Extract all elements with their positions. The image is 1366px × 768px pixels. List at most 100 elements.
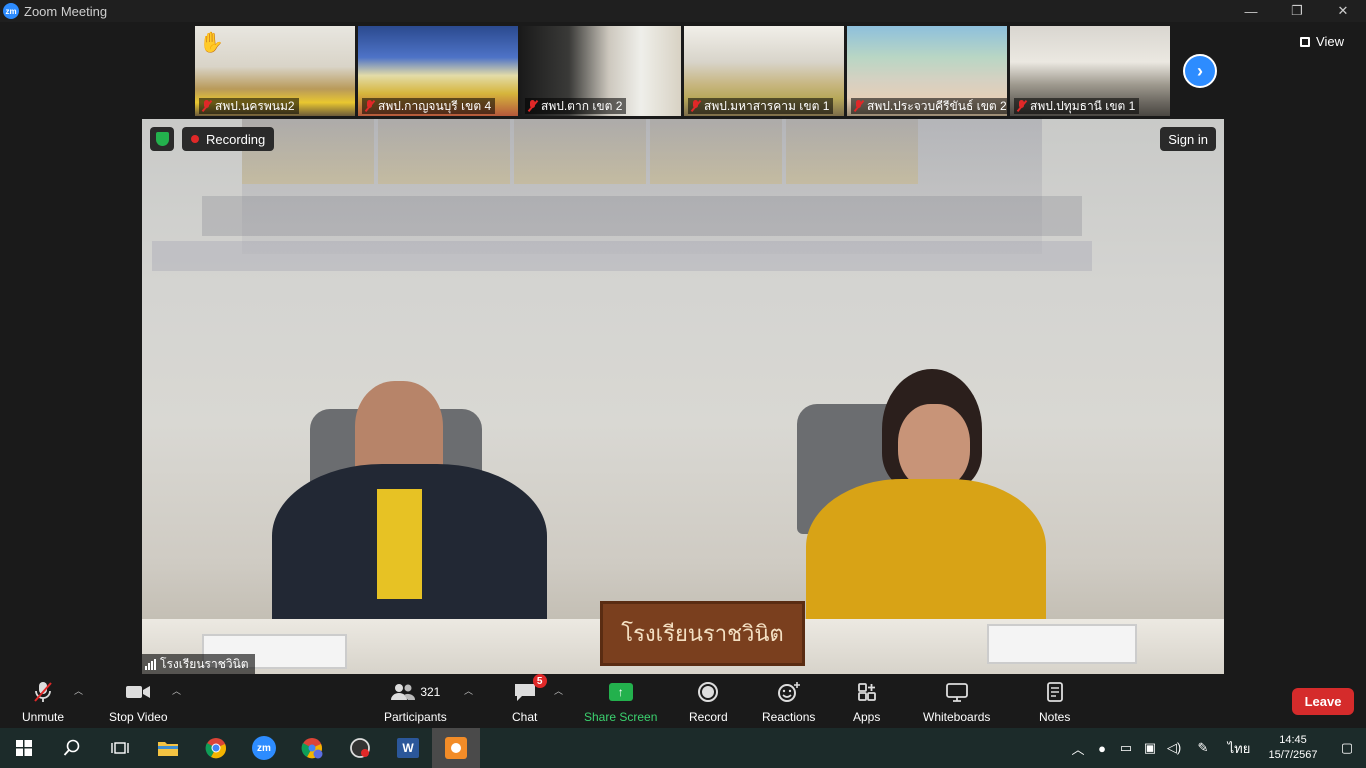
notes-button[interactable]: Notes	[1039, 680, 1070, 724]
meeting-toolbar: Unmute ︿ Stop Video ︿ 321 Participants ︿…	[0, 674, 1366, 728]
reactions-label: Reactions	[762, 710, 816, 724]
shirt	[377, 489, 422, 599]
participants-options-caret-icon[interactable]: ︿	[464, 684, 473, 697]
notes-label: Notes	[1039, 710, 1071, 724]
participant-thumbnail[interactable]: สพป.ตาก เขต 2	[521, 26, 681, 116]
zoom-icon[interactable]: zm	[240, 728, 288, 768]
stop-video-button[interactable]: Stop Video	[109, 680, 168, 724]
recording-label: Recording	[206, 131, 266, 147]
participants-icon: 321	[390, 680, 440, 704]
pen-icon[interactable]: ✎	[1186, 740, 1220, 756]
reactions-button[interactable]: Reactions	[762, 680, 815, 724]
mic-muted-icon	[853, 100, 864, 112]
notification-icon[interactable]: ▢	[1328, 740, 1366, 756]
participant-thumbnail[interactable]: สพป.มหาสารคาม เขต 1	[684, 26, 844, 116]
window-controls: — ❐ ✕	[1228, 0, 1366, 22]
whiteboards-label: Whiteboards	[923, 710, 991, 724]
recording-indicator[interactable]: Recording	[182, 127, 275, 151]
close-button[interactable]: ✕	[1320, 0, 1366, 22]
unmute-label: Unmute	[22, 710, 65, 724]
raised-hand-icon: ✋	[199, 32, 224, 54]
chat-label: Chat	[512, 710, 538, 724]
chat-unread-badge: 5	[532, 674, 547, 688]
task-view-icon[interactable]	[96, 728, 144, 768]
audio-options-caret-icon[interactable]: ︿	[74, 684, 83, 697]
network-icon[interactable]: ▣	[1138, 740, 1162, 756]
recording-dot-icon	[191, 135, 199, 143]
zoom-app-icon: zm	[3, 3, 19, 19]
stop-video-label: Stop Video	[109, 710, 168, 724]
apps-button[interactable]: Apps	[853, 680, 880, 724]
app-icon[interactable]	[336, 728, 384, 768]
volume-icon[interactable]: ◁)	[1162, 740, 1186, 756]
participants-button[interactable]: 321 Participants	[384, 680, 447, 724]
mic-muted-icon	[1016, 100, 1027, 112]
participant-name: สพป.ปทุมธานี เขต 1	[1030, 98, 1136, 113]
unmute-button[interactable]: Unmute	[22, 680, 64, 724]
signal-strength-icon	[145, 658, 156, 670]
notes-icon	[1046, 680, 1064, 704]
word-icon[interactable]: W	[384, 728, 432, 768]
chevron-up-icon[interactable]: ︿	[1066, 739, 1090, 758]
chat-button[interactable]: 5 Chat	[512, 674, 547, 724]
video-options-caret-icon[interactable]: ︿	[172, 684, 181, 697]
clock-time: 14:45	[1279, 734, 1307, 746]
whiteboard-icon	[945, 680, 969, 704]
mic-muted-icon	[364, 100, 375, 112]
participant-thumbnail[interactable]: สพป.กาญจนบุรี เขต 4	[358, 26, 518, 116]
view-label: View	[1316, 34, 1344, 49]
speaker-label: โรงเรียนราชวินิต	[142, 654, 255, 674]
clock-date: 15/7/2567	[1268, 749, 1318, 761]
person-face	[898, 404, 970, 489]
participant-thumbnail[interactable]: สพป.ปทุมธานี เขต 1	[1010, 26, 1170, 116]
gallery-next-button[interactable]: ›	[1183, 54, 1217, 88]
battery-icon[interactable]: ▭	[1114, 740, 1138, 756]
participant-count: 321	[420, 685, 441, 699]
participant-thumbnail[interactable]: ✋ สพป.นครพนม2	[195, 26, 355, 116]
gallery-strip: ✋ สพป.นครพนม2 สพป.กาญจนบุรี เขต 4 สพป.ตา…	[195, 26, 1170, 116]
minimize-button[interactable]: —	[1228, 0, 1274, 22]
share-screen-button[interactable]: ↑ Share Screen	[584, 680, 657, 724]
participant-thumbnail[interactable]: สพป.ประจวบคีรีขันธ์ เขต 2	[847, 26, 1007, 116]
restore-button[interactable]: ❐	[1274, 0, 1320, 22]
leave-button[interactable]: Leave	[1292, 688, 1354, 715]
participants-label: Participants	[384, 710, 447, 724]
participant-name: สพป.มหาสารคาม เขต 1	[704, 98, 830, 113]
chat-options-caret-icon[interactable]: ︿	[554, 684, 563, 697]
window-title: Zoom Meeting	[24, 3, 108, 19]
search-icon[interactable]	[48, 728, 96, 768]
projected-screen	[152, 119, 1092, 271]
chevron-right-icon: ›	[1197, 60, 1203, 81]
language-indicator[interactable]: ไทย	[1220, 738, 1258, 759]
participant-name: สพป.กาญจนบุรี เขต 4	[378, 98, 492, 113]
mic-muted-icon	[33, 680, 53, 704]
start-icon[interactable]	[0, 728, 48, 768]
mic-muted-icon	[527, 100, 538, 112]
apps-icon	[857, 680, 877, 704]
share-screen-icon: ↑	[608, 680, 633, 704]
windows-taskbar: zm W ︿ ● ▭ ▣ ◁) ✎ ไทย 14:45 15/7/2567 ▢	[0, 728, 1366, 768]
nameplate	[987, 624, 1137, 664]
view-button[interactable]: View	[1300, 34, 1344, 49]
record-button[interactable]: Record	[689, 680, 728, 724]
file-explorer-icon[interactable]	[144, 728, 192, 768]
mic-muted-icon	[201, 100, 212, 112]
mic-muted-icon	[690, 100, 701, 112]
participant-label: สพป.กาญจนบุรี เขต 4	[362, 98, 496, 114]
system-tray: ︿ ● ▭ ▣ ◁) ✎ ไทย 14:45 15/7/2567 ▢	[1066, 728, 1366, 768]
chat-icon: 5	[513, 674, 547, 704]
clock[interactable]: 14:45 15/7/2567	[1258, 733, 1328, 763]
chrome-icon[interactable]	[192, 728, 240, 768]
encryption-badge[interactable]	[150, 127, 174, 151]
shield-icon	[155, 132, 169, 146]
participant-label: สพป.ปทุมธานี เขต 1	[1014, 98, 1140, 114]
speaker-name: โรงเรียนราชวินิต	[160, 656, 249, 671]
microphone-icon[interactable]: ●	[1090, 741, 1114, 756]
chrome-profile-icon[interactable]	[288, 728, 336, 768]
record-label: Record	[689, 710, 728, 724]
main-video[interactable]: โรงเรียนราชวินิต Recording Sign in โรงเร…	[142, 119, 1224, 674]
whiteboards-button[interactable]: Whiteboards	[923, 680, 990, 724]
title-bar: zm Zoom Meeting — ❐ ✕	[0, 0, 1366, 22]
active-app-icon[interactable]	[432, 728, 480, 768]
sign-in-button[interactable]: Sign in	[1160, 127, 1216, 151]
